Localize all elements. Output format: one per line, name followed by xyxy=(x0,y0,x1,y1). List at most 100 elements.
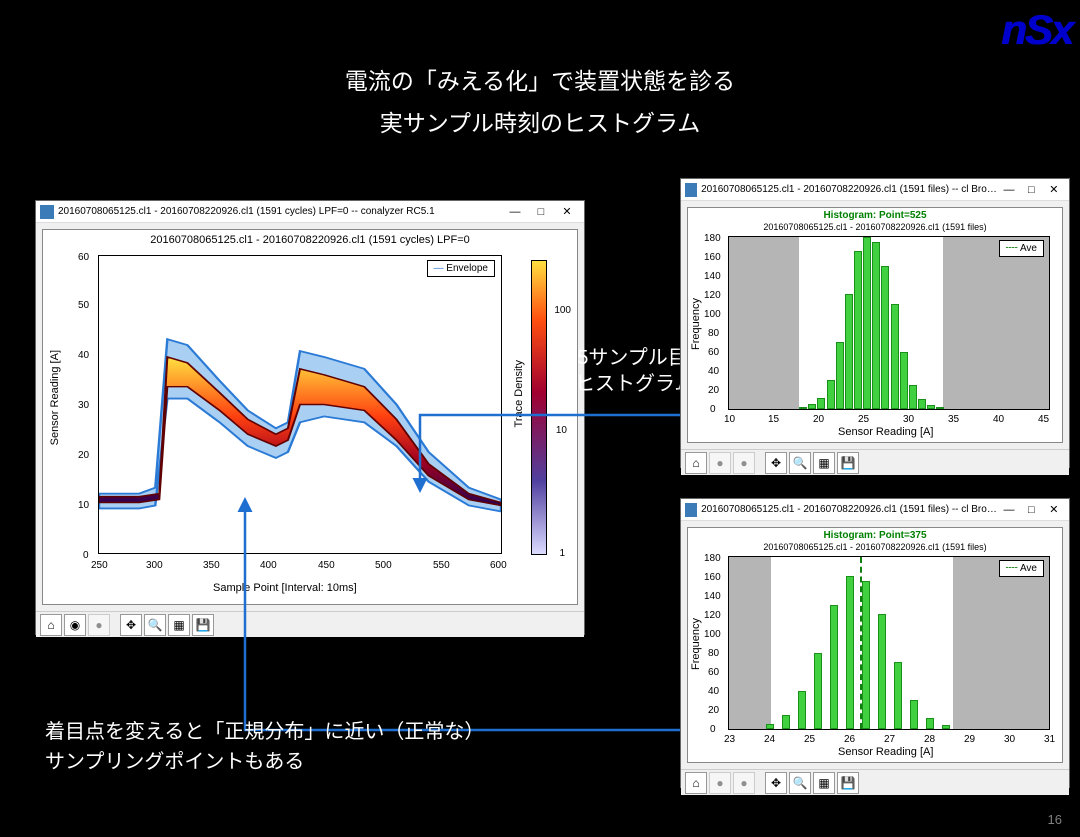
xtick: 15 xyxy=(768,414,779,425)
ytick: 40 xyxy=(708,686,719,697)
home-button[interactable]: ⌂ xyxy=(685,452,707,474)
window-titlebar[interactable]: 20160708065125.cl1 - 20160708220926.cl1 … xyxy=(681,179,1069,201)
hist-bar xyxy=(845,294,853,409)
add-button[interactable]: ◉ xyxy=(64,614,86,636)
window-titlebar[interactable]: 20160708065125.cl1 - 20160708220926.cl1 … xyxy=(681,499,1069,521)
xtick: 350 xyxy=(203,560,220,571)
hist-bar xyxy=(817,398,825,409)
config-button[interactable]: ▦ xyxy=(813,452,835,474)
xtick: 25 xyxy=(804,734,815,745)
pan-button[interactable]: ✥ xyxy=(765,452,787,474)
envelope-plot[interactable]: 20160708065125.cl1 - 20160708220926.cl1 … xyxy=(42,229,578,605)
hist-bar xyxy=(782,715,790,729)
xtick: 550 xyxy=(433,560,450,571)
fwd-button[interactable]: ● xyxy=(733,772,755,794)
ytick: 100 xyxy=(704,629,721,640)
footer-note: 着目点を変えると「正規分布」に近い（正常な） サンプリングポイントもある xyxy=(45,717,484,777)
window-title: 20160708065125.cl1 - 20160708220926.cl1 … xyxy=(701,504,998,515)
ytick: 0 xyxy=(710,404,716,415)
legend-label: Envelope xyxy=(446,263,488,274)
ytick: 50 xyxy=(78,300,89,311)
xtick: 25 xyxy=(858,414,869,425)
hist-bar xyxy=(926,718,934,729)
home-button[interactable]: ⌂ xyxy=(40,614,62,636)
hist-bar xyxy=(918,399,926,409)
ytick: 100 xyxy=(704,309,721,320)
pan-button[interactable]: ✥ xyxy=(765,772,787,794)
hist-bar xyxy=(900,352,908,409)
ytick: 120 xyxy=(704,610,721,621)
cb-tick: 10 xyxy=(556,425,567,436)
close-button[interactable]: ✕ xyxy=(1043,499,1065,521)
window-title: 20160708065125.cl1 - 20160708220926.cl1 … xyxy=(701,184,998,195)
y-axis-label: Sensor Reading [A] xyxy=(49,350,61,445)
zoom-button[interactable]: 🔍 xyxy=(144,614,166,636)
envelope-curve xyxy=(99,256,501,553)
plot-toolbar: ⌂ ● ● ✥ 🔍 ▦ 💾 xyxy=(681,449,1069,475)
ytick: 10 xyxy=(78,500,89,511)
hist-title: Histogram: Point=525 xyxy=(688,210,1062,221)
back-button[interactable]: ● xyxy=(709,772,731,794)
ytick: 60 xyxy=(708,347,719,358)
xtick: 10 xyxy=(724,414,735,425)
xtick: 400 xyxy=(260,560,277,571)
legend-envelope: — Envelope xyxy=(427,260,495,277)
ytick: 180 xyxy=(704,553,721,564)
maximize-button[interactable]: □ xyxy=(1020,499,1042,521)
plot-toolbar: ⌂ ◉ ● ✥ 🔍 ▦ 💾 xyxy=(36,611,584,637)
legend-label: Ave xyxy=(1020,243,1037,254)
close-button[interactable]: ✕ xyxy=(1043,179,1065,201)
xtick: 29 xyxy=(964,734,975,745)
save-button[interactable]: 💾 xyxy=(837,772,859,794)
save-button[interactable]: 💾 xyxy=(837,452,859,474)
hist-bar xyxy=(827,380,835,409)
hist-bar xyxy=(872,242,880,409)
hist-axes xyxy=(728,556,1050,730)
app-icon xyxy=(685,183,697,197)
maximize-button[interactable]: □ xyxy=(1020,179,1042,201)
hist-bar xyxy=(894,662,902,729)
colorbar xyxy=(531,260,547,555)
fwd-button[interactable]: ● xyxy=(88,614,110,636)
back-button[interactable]: ● xyxy=(709,452,731,474)
xtick: 35 xyxy=(948,414,959,425)
minimize-button[interactable]: — xyxy=(998,179,1020,201)
ytick: 60 xyxy=(708,667,719,678)
zoom-button[interactable]: 🔍 xyxy=(789,452,811,474)
ytick: 0 xyxy=(83,550,89,561)
pan-button[interactable]: ✥ xyxy=(120,614,142,636)
hist-bar xyxy=(891,304,899,409)
app-icon xyxy=(40,205,54,219)
hist-bar xyxy=(863,237,871,409)
window-title: 20160708065125.cl1 - 20160708220926.cl1 … xyxy=(58,206,435,217)
cb-tick: 1 xyxy=(559,548,565,559)
xtick: 500 xyxy=(375,560,392,571)
histogram-plot-375[interactable]: Histogram: Point=375 20160708065125.cl1 … xyxy=(687,527,1063,763)
close-button[interactable]: ✕ xyxy=(554,201,580,223)
fwd-button[interactable]: ● xyxy=(733,452,755,474)
shade-high xyxy=(953,557,1049,729)
histogram-plot-525[interactable]: Histogram: Point=525 20160708065125.cl1 … xyxy=(687,207,1063,443)
maximize-button[interactable]: □ xyxy=(528,201,554,223)
xtick: 27 xyxy=(884,734,895,745)
ytick: 160 xyxy=(704,572,721,583)
minimize-button[interactable]: — xyxy=(998,499,1020,521)
xtick: 28 xyxy=(924,734,935,745)
ytick: 40 xyxy=(78,350,89,361)
hist-bar xyxy=(814,653,822,729)
legend-label: Ave xyxy=(1020,563,1037,574)
home-button[interactable]: ⌂ xyxy=(685,772,707,794)
window-titlebar[interactable]: 20160708065125.cl1 - 20160708220926.cl1 … xyxy=(36,201,584,223)
hist-bar xyxy=(798,691,806,729)
config-button[interactable]: ▦ xyxy=(813,772,835,794)
config-button[interactable]: ▦ xyxy=(168,614,190,636)
hist-bar xyxy=(909,385,917,409)
xtick: 250 xyxy=(91,560,108,571)
xtick: 40 xyxy=(993,414,1004,425)
ytick: 140 xyxy=(704,271,721,282)
zoom-button[interactable]: 🔍 xyxy=(789,772,811,794)
plot-title: 20160708065125.cl1 - 20160708220926.cl1 … xyxy=(43,234,577,246)
save-button[interactable]: 💾 xyxy=(192,614,214,636)
minimize-button[interactable]: — xyxy=(502,201,528,223)
xtick: 26 xyxy=(844,734,855,745)
